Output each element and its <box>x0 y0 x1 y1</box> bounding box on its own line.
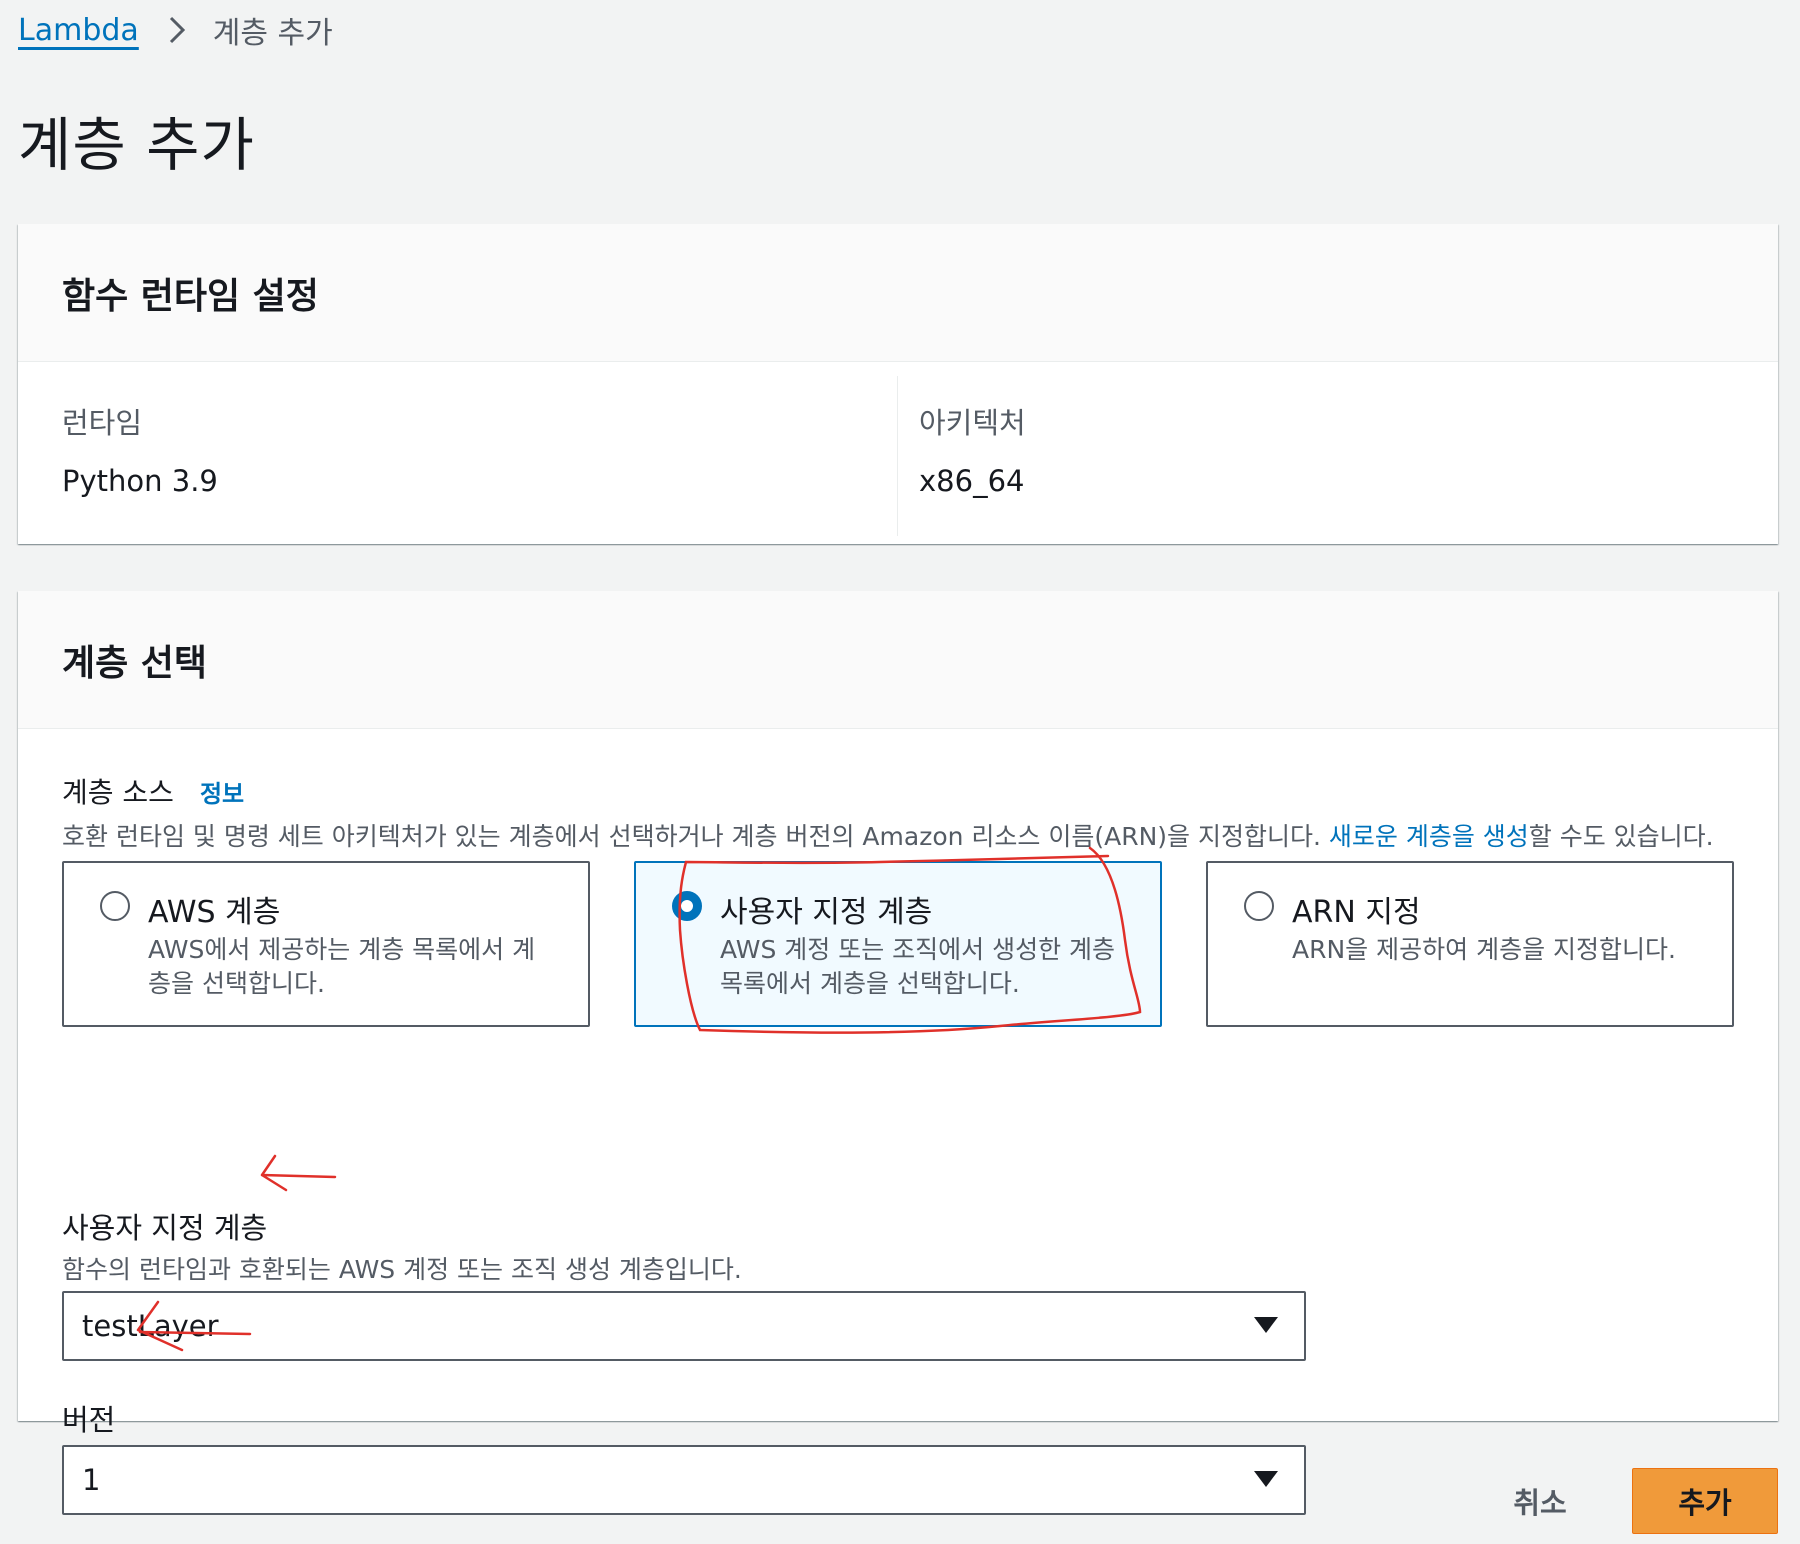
layer-source-desc-text: 호환 런타임 및 명령 세트 아키텍처가 있는 계층에서 선택하거나 계층 버전… <box>62 822 1329 851</box>
layer-source-description: 호환 런타임 및 명령 세트 아키텍처가 있는 계층에서 선택하거나 계층 버전… <box>62 817 1714 853</box>
info-link[interactable]: 정보 <box>200 774 244 809</box>
version-label: 버전 <box>62 1403 116 1437</box>
custom-layer-select[interactable]: testLayer <box>62 1291 1306 1361</box>
tile-description: AWS에서 제공하는 계층 목록에서 계층을 선택합니다. <box>148 935 536 998</box>
version-selected-value: 1 <box>82 1463 101 1497</box>
custom-layer-label: 사용자 지정 계층 <box>62 1211 268 1245</box>
runtime-label: 런타임 <box>62 406 143 440</box>
radio-specify-arn[interactable] <box>1244 891 1274 921</box>
tile-custom-layers[interactable]: 사용자 지정 계층 AWS 계정 또는 조직에서 생성한 계층 목록에서 계층을… <box>634 861 1162 1027</box>
breadcrumb-lambda-link[interactable]: Lambda <box>18 13 139 48</box>
tile-specify-arn[interactable]: ARN 지정 ARN을 제공하여 계층을 지정합니다. <box>1206 861 1734 1027</box>
tile-description: ARN을 제공하여 계층을 지정합니다. <box>1292 935 1676 964</box>
layer-select-header: 계층 선택 <box>18 591 1778 729</box>
architecture-column: 아키텍처 x86_64 <box>919 400 1026 498</box>
radio-custom-layers[interactable] <box>672 891 702 921</box>
column-divider <box>897 376 898 536</box>
layer-select-panel: 계층 선택 계층 소스 정보 호환 런타임 및 명령 세트 아키텍처가 있는 계… <box>18 591 1778 1515</box>
runtime-settings-body: 런타임 Python 3.9 아키텍처 x86_64 <box>18 362 1778 544</box>
custom-layer-description: 함수의 런타임과 호환되는 AWS 계정 또는 조직 생성 계층입니다. <box>62 1255 742 1284</box>
layer-select-heading: 계층 선택 <box>62 642 208 684</box>
tile-title: 사용자 지정 계층 <box>720 895 933 930</box>
architecture-label: 아키텍처 <box>919 406 1026 440</box>
cancel-button[interactable]: 취소 <box>1490 1468 1590 1534</box>
tile-title: AWS 계층 <box>148 895 281 930</box>
page-title: 계층 추가 <box>18 111 255 179</box>
tile-aws-layers[interactable]: AWS 계층 AWS에서 제공하는 계층 목록에서 계층을 선택합니다. <box>62 861 590 1027</box>
tile-description: AWS 계정 또는 조직에서 생성한 계층 목록에서 계층을 선택합니다. <box>720 935 1116 998</box>
layer-source-desc-tail: 할 수도 있습니다. <box>1528 822 1714 851</box>
custom-layer-selected-value: testLayer <box>82 1309 219 1343</box>
radio-aws-layers[interactable] <box>100 891 130 921</box>
runtime-settings-panel: 함수 런타임 설정 런타임 Python 3.9 아키텍처 x86_64 <box>18 224 1778 544</box>
runtime-value: Python 3.9 <box>62 464 218 498</box>
runtime-settings-header: 함수 런타임 설정 <box>18 224 1778 362</box>
layer-source-label-row: 계층 소스 정보 <box>62 771 244 811</box>
breadcrumb: Lambda 계층 추가 <box>18 8 333 52</box>
layer-source-label: 계층 소스 <box>62 776 174 809</box>
caret-down-icon <box>1254 1317 1278 1333</box>
version-select[interactable]: 1 <box>62 1445 1306 1515</box>
runtime-column: 런타임 Python 3.9 <box>62 400 218 498</box>
chevron-right-icon <box>165 14 189 46</box>
add-button[interactable]: 추가 <box>1632 1468 1778 1534</box>
create-layer-link[interactable]: 새로운 계층을 생성 <box>1329 822 1529 851</box>
tile-title: ARN 지정 <box>1292 895 1421 930</box>
layer-source-tiles: AWS 계층 AWS에서 제공하는 계층 목록에서 계층을 선택합니다. 사용자… <box>62 861 1752 1027</box>
breadcrumb-current: 계층 추가 <box>212 16 333 51</box>
page: Lambda 계층 추가 계층 추가 함수 런타임 설정 런타임 Python … <box>0 0 1800 1544</box>
caret-down-icon <box>1254 1471 1278 1487</box>
architecture-value: x86_64 <box>919 464 1025 498</box>
runtime-settings-heading: 함수 런타임 설정 <box>62 275 319 317</box>
